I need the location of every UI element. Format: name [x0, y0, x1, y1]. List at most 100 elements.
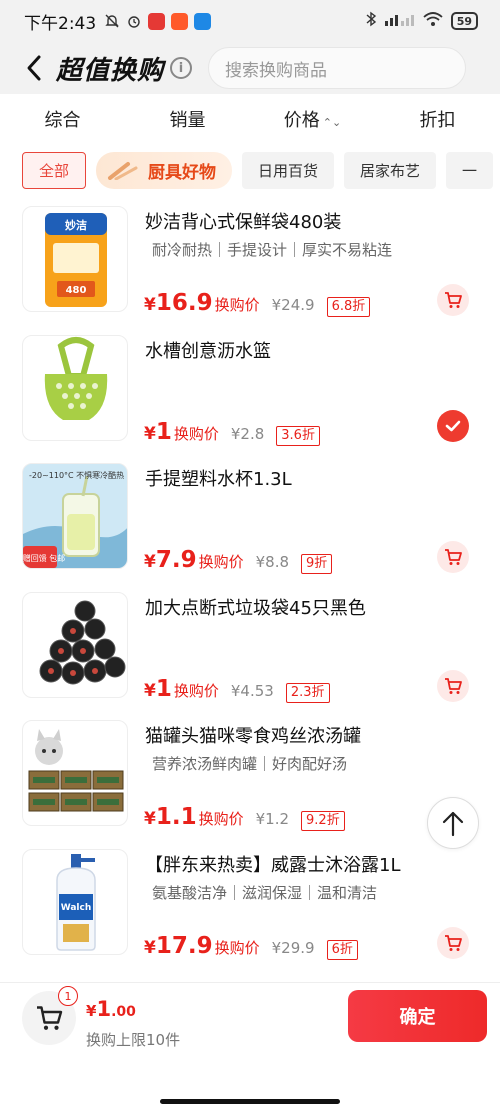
app-notification-icon	[194, 12, 212, 30]
exchange-price: 1	[155, 418, 172, 445]
product-name: 【胖东来热卖】威露士沐浴露1L	[145, 854, 401, 876]
status-time: 下午2:43	[24, 13, 97, 34]
mute-bell-icon	[104, 13, 120, 29]
selected-check-button[interactable]	[437, 409, 469, 442]
product-item[interactable]: 妙洁 480 妙洁背心式保鲜袋480装 耐冷耐热｜手提设计｜厚实不易粘连 ¥ 1…	[0, 198, 500, 327]
back-button[interactable]	[12, 46, 56, 90]
total-integer: 1	[96, 997, 112, 1021]
page-title: 超值换购	[56, 55, 165, 86]
product-item[interactable]: 猫罐头猫咪零食鸡丝浓汤罐 营养浓汤鲜肉罐｜好肉配好汤 ¥ 1.1 换购价 ¥1.…	[0, 712, 500, 841]
bottom-bar: 1 ¥1.00 换购上限10件 确定	[0, 982, 500, 1111]
sort-arrows-icon: ⌃⌄	[322, 116, 342, 129]
sort-bar: 综合 销量 价格 ⌃⌄ 折扣	[0, 96, 500, 142]
product-name: 妙洁背心式保鲜袋480装	[145, 212, 342, 233]
discount-badge: 9.2折	[301, 811, 345, 831]
sort-tab-discount[interactable]: 折扣	[375, 106, 500, 132]
category-chip-kitchenware[interactable]: 厨具好物	[96, 151, 233, 189]
category-chip-label: 厨具好物	[148, 162, 217, 183]
product-name: 猫罐头猫咪零食鸡丝浓汤罐	[145, 726, 361, 747]
product-thumb-brand: 妙洁	[65, 218, 87, 232]
info-icon[interactable]: i	[170, 57, 193, 79]
product-image: -20~110°C 不惧寒冷酷热 买赠回馈 包邮	[22, 463, 128, 569]
original-price: ¥8.8	[255, 553, 290, 571]
product-thumb-badge: 买赠回馈 包邮	[23, 553, 65, 563]
price-row: ¥ 1 换购价 ¥4.53 2.3折	[144, 676, 330, 703]
discount-badge: 6折	[326, 939, 358, 960]
product-image	[22, 334, 128, 441]
cart-icon	[445, 292, 462, 308]
price-currency: ¥	[144, 680, 156, 701]
product-name: 手提塑料水杯1.3L	[145, 469, 292, 490]
status-left-icons	[104, 12, 212, 30]
original-price: ¥4.53	[230, 681, 274, 700]
product-item[interactable]: Walch 【胖东来热卖】威露士沐浴露1L 氨基酸洁净｜滋润保湿｜温和清洁 ¥ …	[0, 841, 500, 970]
alarm-icon	[126, 13, 142, 29]
product-item[interactable]: -20~110°C 不惧寒冷酷热 买赠回馈 包邮 手提塑料水杯1.3L ¥ 7.…	[0, 455, 500, 584]
original-price: ¥24.9	[271, 296, 315, 314]
price-row: ¥ 7.9 换购价 ¥8.8 9折	[144, 547, 333, 574]
add-to-cart-button[interactable]	[437, 284, 469, 316]
confirm-button[interactable]: 确定	[348, 990, 487, 1042]
price-label: 换购价	[173, 424, 219, 443]
category-chip-home-textile[interactable]: 居家布艺	[344, 151, 437, 189]
price-label: 换购价	[198, 553, 244, 571]
sort-tab-comprehensive[interactable]: 综合	[0, 106, 125, 132]
app-notification-icon	[148, 12, 166, 30]
spatula-icon	[108, 162, 138, 180]
category-chip-all[interactable]: 全部	[22, 151, 87, 189]
product-image	[22, 591, 128, 698]
category-chip-more[interactable]: 一	[446, 151, 494, 189]
exchange-price: 17.9	[155, 932, 213, 959]
add-to-cart-button[interactable]	[437, 669, 469, 702]
product-tags: 营养浓汤鲜肉罐｜好肉配好汤	[152, 755, 348, 773]
price-label: 换购价	[214, 296, 260, 314]
product-item[interactable]: 加大点断式垃圾袋45只黑色 ¥ 1 换购价 ¥4.53 2.3折	[0, 584, 500, 713]
product-list: 妙洁 480 妙洁背心式保鲜袋480装 耐冷耐热｜手提设计｜厚实不易粘连 ¥ 1…	[0, 198, 500, 969]
price-currency: ¥	[144, 295, 156, 315]
price-label: 换购价	[198, 810, 244, 828]
cart-icon	[445, 934, 462, 951]
product-name: 加大点断式垃圾袋45只黑色	[145, 597, 366, 619]
bluetooth-icon	[365, 11, 377, 31]
exchange-price: 1.1	[155, 804, 197, 830]
search-input[interactable]: 搜索换购商品	[208, 47, 467, 89]
exchange-price: 7.9	[155, 547, 197, 573]
exchange-price: 16.9	[155, 290, 213, 316]
add-to-cart-button[interactable]	[437, 541, 469, 573]
category-chips: 全部 厨具好物 日用百货 居家布艺 一	[0, 150, 500, 190]
app-notification-icon	[171, 12, 189, 30]
product-image: 妙洁 480	[22, 206, 128, 312]
price-currency: ¥	[144, 552, 156, 572]
price-row: ¥ 1.1 换购价 ¥1.2 9.2折	[144, 804, 345, 831]
svg-text:480: 480	[66, 285, 87, 296]
price-label: 换购价	[214, 938, 260, 957]
wifi-icon	[423, 11, 443, 31]
total-decimal: .00	[111, 1004, 136, 1020]
price-currency: ¥	[144, 937, 156, 958]
sort-tab-sales[interactable]: 销量	[125, 106, 250, 132]
price-currency: ¥	[144, 809, 156, 829]
price-row: ¥ 1 换购价 ¥2.8 3.6折	[144, 419, 320, 446]
back-to-top-button[interactable]	[427, 797, 479, 849]
discount-badge: 9折	[301, 554, 333, 574]
product-item[interactable]: 水槽创意沥水篮 ¥ 1 换购价 ¥2.8 3.6折	[0, 327, 500, 456]
status-right-icons: 59	[365, 11, 478, 31]
price-row: ¥ 17.9 换购价 ¥29.9 6折	[144, 933, 358, 960]
add-to-cart-button[interactable]	[437, 926, 469, 959]
original-price: ¥1.2	[255, 810, 290, 828]
original-price: ¥2.8	[230, 424, 265, 443]
cart-icon	[37, 1006, 63, 1030]
discount-badge: 3.6折	[276, 425, 320, 446]
category-chip-daily[interactable]: 日用百货	[242, 151, 335, 189]
price-row: ¥ 16.9 换购价 ¥24.9 6.8折	[144, 290, 371, 317]
home-indicator[interactable]	[160, 1099, 340, 1104]
product-thumb-brand: Walch	[61, 903, 92, 913]
arrow-up-icon	[442, 811, 464, 837]
original-price: ¥29.9	[271, 938, 315, 957]
cart-icon	[445, 549, 462, 565]
product-image: Walch	[22, 848, 128, 955]
sort-tab-price-label: 价格	[283, 110, 320, 131]
product-tags: 耐冷耐热｜手提设计｜厚实不易粘连	[152, 241, 393, 259]
product-image	[22, 720, 128, 826]
sort-tab-price[interactable]: 价格 ⌃⌄	[250, 106, 375, 132]
